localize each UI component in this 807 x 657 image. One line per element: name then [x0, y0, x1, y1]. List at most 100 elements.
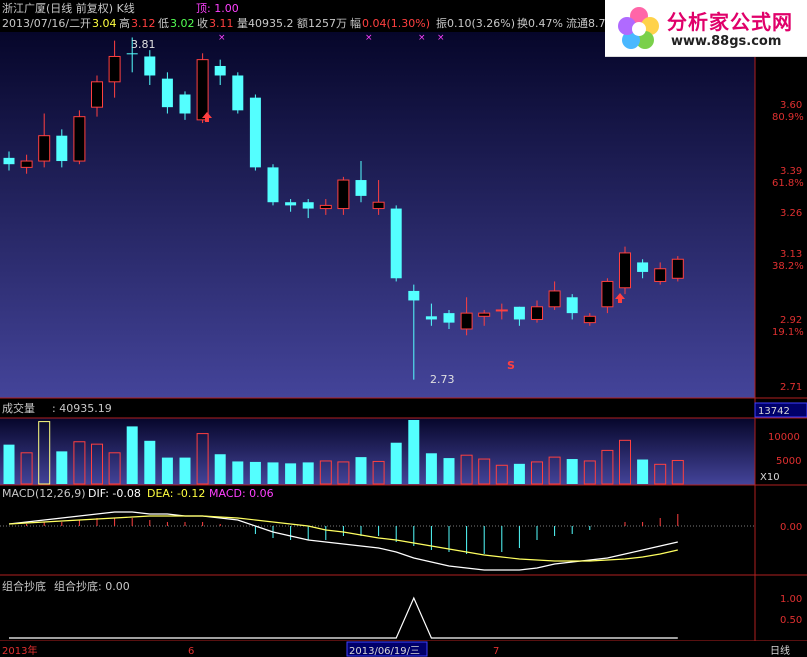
candle-body: [601, 280, 614, 308]
candle-body: [355, 180, 367, 196]
top-marker: ×: [437, 33, 445, 43]
volume-bar: [443, 458, 455, 484]
candle-body: [319, 204, 332, 210]
candle-body: [196, 59, 209, 121]
high-value: 3.12: [131, 17, 156, 30]
price-panel-background: [0, 32, 755, 398]
volume-bar: [214, 454, 226, 484]
volume-bar: [56, 451, 68, 484]
candle-body: [583, 315, 596, 324]
candle-body: [20, 160, 33, 168]
stock-chart[interactable]: 浙江广厦(日线 前复权) K线 顶: 1.00 2013/07/16/二 开 3…: [0, 0, 807, 657]
volume-axis-label: 10000: [768, 432, 800, 443]
price-axis-label: 3.26: [780, 208, 802, 219]
logo-url: www.88gs.com: [671, 34, 782, 49]
candle-body: [179, 94, 191, 114]
candle-body: [408, 290, 420, 301]
candle-body: [232, 75, 244, 111]
candle-body: [619, 252, 631, 289]
candle-body: [3, 157, 15, 165]
candle-body: [460, 312, 473, 330]
candle-body: [108, 55, 121, 83]
combo-series: [9, 596, 678, 639]
combo-title: 组合抄底: [2, 579, 46, 593]
candle-body: [249, 97, 261, 168]
open-label: 开: [80, 17, 91, 30]
volume-title: 成交量: [2, 401, 35, 415]
candle-body: [654, 268, 667, 282]
stock-title: 浙江广厦(日线 前复权) K线: [2, 1, 135, 15]
logo-title: 分析家公式网: [667, 10, 793, 34]
candle-body: [214, 65, 226, 76]
volume-bar: [267, 462, 279, 484]
candle-body: [478, 312, 491, 317]
candle-body: [337, 179, 350, 210]
volume-bar: [3, 444, 15, 484]
candle-body: [372, 201, 385, 210]
low-annotation: 2.73: [430, 373, 455, 386]
high-annotation: 3.81: [131, 38, 156, 51]
bar-date: 2013/07/16/二: [2, 17, 80, 30]
candle-body: [566, 297, 578, 314]
float-readout: 流通8.7: [566, 16, 606, 30]
amplitude-readout: 振0.10(3.26%): [436, 16, 515, 30]
volume-bar: [126, 426, 138, 484]
date-axis-year: 2013年: [2, 644, 37, 657]
candle-body: [671, 258, 684, 279]
combo-axis-label: 1.00: [780, 594, 802, 605]
macd-value: MACD: 0.06: [209, 487, 274, 500]
candle-body: [126, 53, 138, 55]
low-label: 低: [158, 17, 169, 30]
volume-bar: [425, 453, 437, 484]
macd-dea: DEA: -0.12: [147, 487, 205, 500]
flower-logo-icon: [618, 7, 659, 49]
volume-bar: [566, 459, 578, 484]
macd-title: MACD(12,26,9): [2, 487, 86, 500]
sell-signal-marker: S: [507, 359, 515, 372]
low-value: 3.02: [170, 17, 195, 30]
price-axis-label: 3.60: [780, 100, 802, 111]
candle-body: [144, 56, 156, 76]
volume-bar: [232, 461, 244, 484]
candle-body: [443, 313, 455, 323]
price-axis-pct: 61.8%: [772, 178, 804, 189]
candle-body: [91, 81, 103, 108]
price-axis-pct: 38.2%: [772, 261, 804, 272]
top-marker: ×: [218, 33, 226, 43]
amount-readout: 额1257万: [297, 17, 347, 30]
volume-bar: [637, 459, 649, 484]
volume-bar: [408, 420, 420, 484]
close-label: 收: [197, 16, 208, 30]
candle-body: [495, 309, 508, 312]
site-logo: 分析家公式网 www.88gs.com: [605, 0, 807, 57]
volume-bar: [144, 440, 156, 484]
candle-body: [513, 306, 525, 320]
candle-body: [267, 167, 279, 203]
volume-bar: [390, 442, 402, 484]
high-label: 高: [119, 16, 130, 30]
candle-body: [548, 290, 561, 308]
volume-bar: [249, 461, 261, 484]
candle-body: [161, 78, 173, 108]
volume-readout: 量40935.2: [237, 17, 294, 30]
macd-axis-label: 0.00: [780, 522, 802, 533]
macd-series: [8, 511, 679, 571]
close-value: 3.11: [209, 17, 234, 30]
volume-bar: [179, 457, 191, 484]
volume-bar: [355, 457, 367, 484]
period-label[interactable]: 日线: [770, 644, 790, 657]
combo-axis-label: 0.50: [780, 615, 802, 626]
candle-body: [302, 202, 314, 209]
volume-axis-label: 5000: [776, 456, 801, 467]
date-axis-month: 6: [188, 646, 194, 657]
combo-value: 组合抄底: 0.00: [54, 579, 130, 593]
volume-multiplier: X10: [760, 472, 780, 483]
candle-body: [285, 202, 297, 206]
candle-body: [425, 316, 437, 320]
price-axis-pct: 80.9%: [772, 112, 804, 123]
macd-dea-line: [8, 515, 678, 562]
volume-bar: [161, 457, 173, 484]
volume-value: : 40935.19: [52, 402, 112, 415]
volume-bar: [513, 463, 525, 484]
turnover-readout: 换0.47%: [517, 16, 563, 30]
